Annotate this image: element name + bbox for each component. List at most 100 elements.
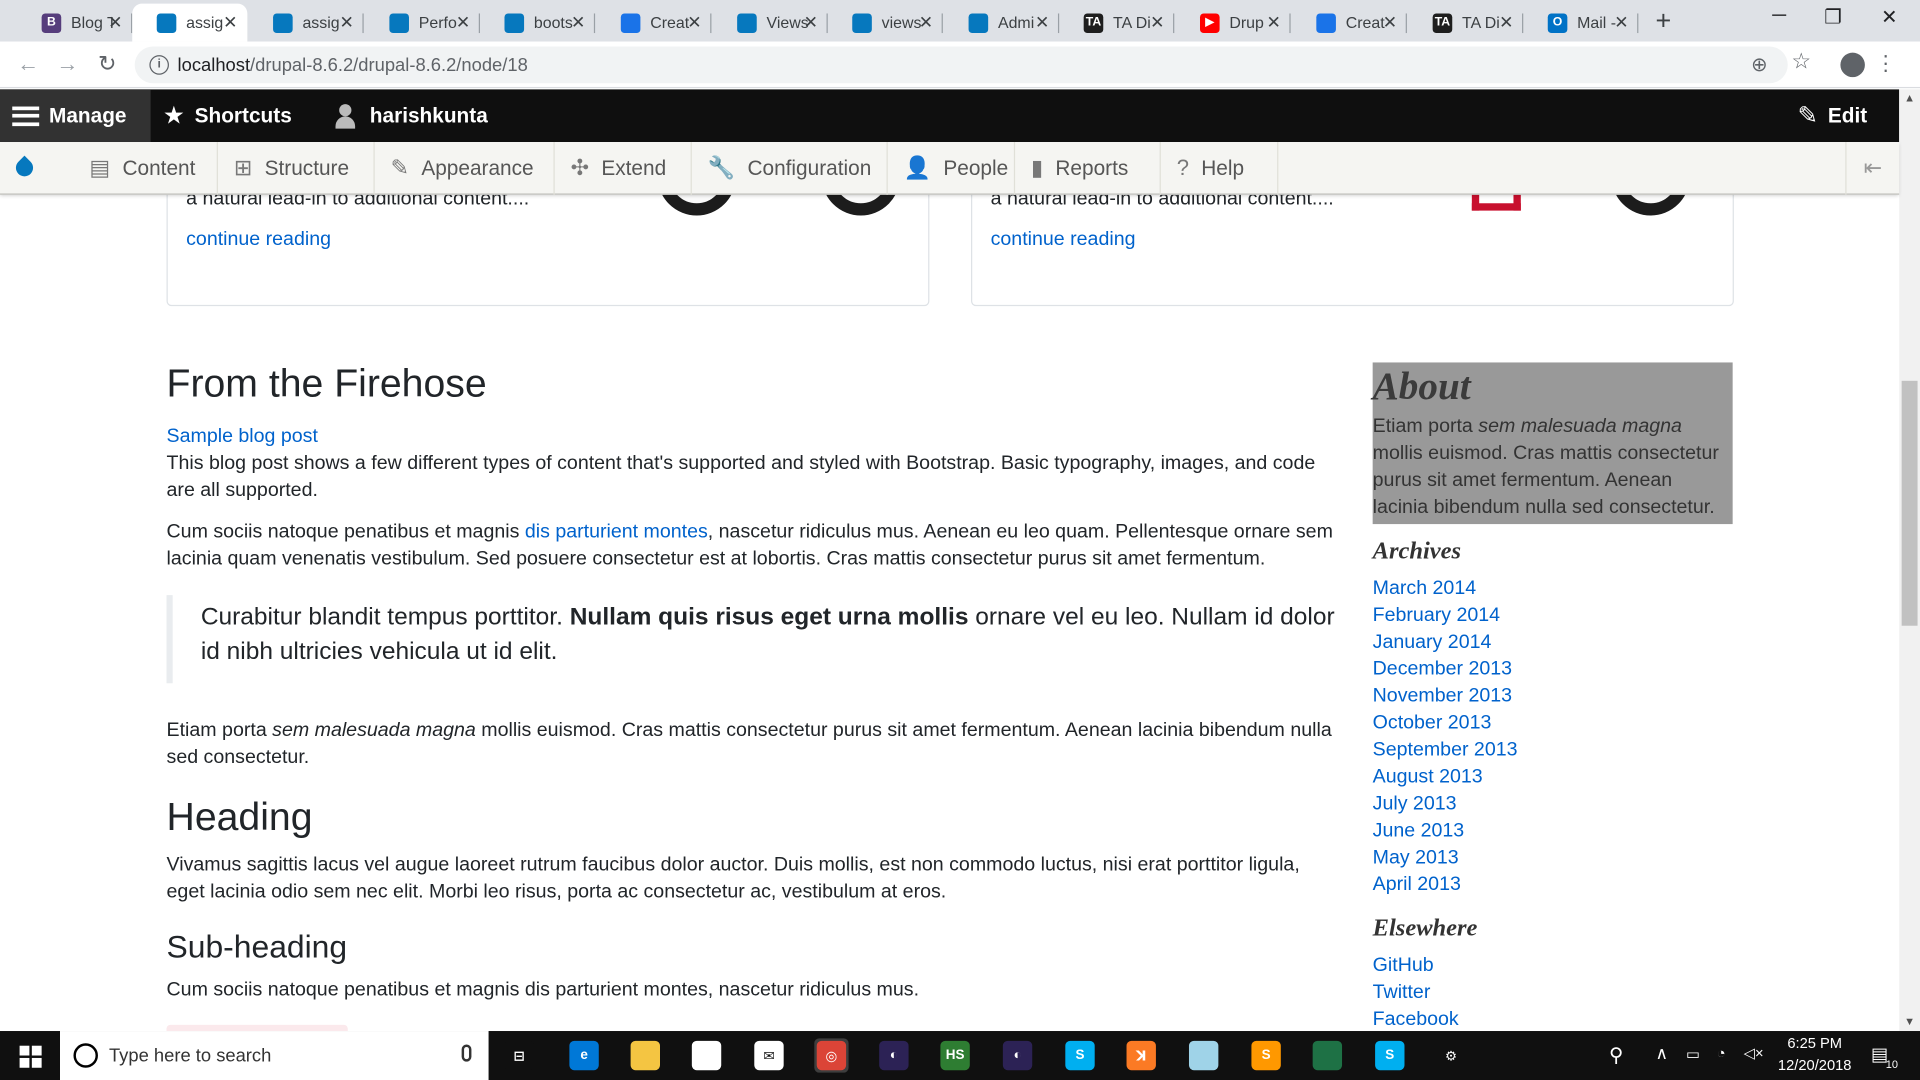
- browser-tab[interactable]: O Mail - ✕: [1523, 4, 1639, 42]
- chrome-menu-icon[interactable]: · · ·: [1882, 44, 1892, 81]
- reload-icon[interactable]: ↻: [98, 51, 116, 77]
- site-info-icon[interactable]: i: [149, 55, 169, 75]
- archive-link[interactable]: June 2013: [1373, 818, 1733, 845]
- close-tab-icon[interactable]: ✕: [919, 12, 933, 33]
- close-tab-icon[interactable]: ✕: [456, 12, 470, 33]
- archive-link[interactable]: April 2013: [1373, 872, 1733, 899]
- continue-reading-link[interactable]: continue reading: [991, 227, 1136, 254]
- battery-icon[interactable]: ▭: [1686, 1046, 1700, 1063]
- close-tab-icon[interactable]: ✕: [340, 12, 354, 33]
- close-tab-icon[interactable]: ✕: [1499, 12, 1513, 33]
- inline-link[interactable]: dis parturient montes: [525, 522, 708, 543]
- shortcuts-tab[interactable]: ★ Shortcuts: [163, 89, 292, 142]
- edit-toggle[interactable]: ✎ Edit: [1798, 89, 1868, 142]
- elsewhere-link[interactable]: Facebook: [1373, 1007, 1733, 1031]
- edge-icon[interactable]: e: [567, 1038, 601, 1072]
- archive-link[interactable]: July 2013: [1373, 791, 1733, 818]
- close-window-icon[interactable]: ✕: [1861, 5, 1917, 29]
- tray-item-content[interactable]: ▤ Content: [73, 142, 218, 195]
- address-bar[interactable]: i localhost/drupal-8.6.2/drupal-8.6.2/no…: [134, 46, 1788, 84]
- close-tab-icon[interactable]: ✕: [687, 12, 701, 33]
- close-tab-icon[interactable]: ✕: [1150, 12, 1164, 33]
- tray-item-reports[interactable]: ▮ Reports: [1015, 142, 1161, 195]
- mail-icon[interactable]: ✉: [752, 1038, 786, 1072]
- close-tab-icon[interactable]: ✕: [804, 12, 818, 33]
- eclipse-icon-2[interactable]: ◐: [1000, 1038, 1034, 1072]
- continue-reading-link[interactable]: continue reading: [186, 227, 331, 254]
- close-tab-icon[interactable]: ✕: [108, 12, 122, 33]
- close-tab-icon[interactable]: ✕: [1614, 12, 1628, 33]
- page-scrollbar[interactable]: ▲ ▼: [1899, 89, 1920, 1032]
- browser-tab[interactable]: Perfo ✕: [365, 4, 481, 42]
- people-icon[interactable]: ⚲: [1609, 1043, 1623, 1067]
- browser-tab[interactable]: Views ✕: [713, 4, 828, 42]
- store-icon[interactable]: [689, 1038, 723, 1072]
- user-tab[interactable]: harishkunta: [335, 89, 488, 142]
- collapse-tray-icon[interactable]: ⇤: [1845, 142, 1899, 195]
- browser-tab[interactable]: B Blog T ✕: [17, 4, 133, 42]
- microphone-icon[interactable]: [461, 1044, 472, 1062]
- tray-item-configuration[interactable]: 🔧 Configuration: [692, 142, 888, 195]
- back-arrow-icon[interactable]: ←: [17, 51, 39, 77]
- zoom-magnifier-icon[interactable]: ⊕: [1751, 53, 1767, 77]
- file-explorer-icon[interactable]: [628, 1038, 662, 1072]
- drupal-home-icon[interactable]: [12, 157, 39, 184]
- eclipse-icon[interactable]: ◐: [877, 1038, 911, 1072]
- browser-tab[interactable]: TA TA Di ✕: [1408, 4, 1524, 42]
- archive-link[interactable]: May 2013: [1373, 845, 1733, 872]
- tray-item-appearance[interactable]: ✎ Appearance: [375, 142, 555, 195]
- skype-icon-2[interactable]: S: [1373, 1038, 1407, 1072]
- scrollbar-thumb[interactable]: [1901, 380, 1918, 626]
- chrome-icon[interactable]: ◎: [814, 1038, 849, 1073]
- xampp-icon[interactable]: ꓘ: [1124, 1038, 1158, 1072]
- close-tab-icon[interactable]: ✕: [571, 12, 585, 33]
- elsewhere-link[interactable]: GitHub: [1373, 953, 1733, 980]
- archive-link[interactable]: December 2013: [1373, 656, 1733, 683]
- tray-item-structure[interactable]: ⊞ Structure: [218, 142, 375, 195]
- show-hidden-icons-chevron[interactable]: ∧: [1656, 1043, 1669, 1064]
- tray-item-people[interactable]: 👤 People: [888, 142, 1016, 195]
- minimize-window-icon[interactable]: ─: [1751, 5, 1807, 27]
- close-tab-icon[interactable]: ✕: [1266, 12, 1280, 33]
- blog-post-title-link[interactable]: Sample blog post: [167, 426, 318, 447]
- close-tab-icon[interactable]: ✕: [1035, 12, 1049, 33]
- close-tab-icon[interactable]: ✕: [1383, 12, 1397, 33]
- manage-tab[interactable]: Manage: [0, 89, 151, 143]
- browser-tab[interactable]: assig ✕: [132, 3, 248, 42]
- restore-window-icon[interactable]: ❐: [1805, 5, 1861, 29]
- tray-item-help[interactable]: ? Help: [1161, 142, 1279, 195]
- hs-app-icon[interactable]: HS: [938, 1038, 972, 1072]
- archive-link[interactable]: March 2014: [1373, 576, 1733, 603]
- clock[interactable]: 6:25 PM 12/20/2018: [1771, 1035, 1859, 1074]
- taskbar-search-box[interactable]: Type here to search: [60, 1031, 489, 1080]
- volume-muted-icon[interactable]: ◁×: [1744, 1044, 1764, 1061]
- browser-tab[interactable]: TA TA Di ✕: [1059, 4, 1175, 42]
- notepad-icon[interactable]: [1187, 1038, 1221, 1072]
- archive-link[interactable]: August 2013: [1373, 764, 1733, 791]
- windows-start-icon[interactable]: [19, 1045, 42, 1068]
- browser-tab[interactable]: Admi ✕: [944, 4, 1060, 42]
- settings-gear-icon[interactable]: ⚙: [1434, 1038, 1468, 1072]
- browser-tab[interactable]: views ✕: [828, 4, 943, 42]
- forward-arrow-icon[interactable]: →: [56, 51, 78, 77]
- bookmark-star-icon[interactable]: ☆: [1791, 49, 1811, 75]
- browser-tab[interactable]: assig ✕: [249, 4, 364, 42]
- archive-link[interactable]: November 2013: [1373, 683, 1733, 710]
- browser-tab[interactable]: Creat ✕: [1292, 4, 1407, 42]
- new-tab-plus-icon[interactable]: +: [1656, 5, 1672, 37]
- archive-link[interactable]: September 2013: [1373, 737, 1733, 764]
- archive-link[interactable]: February 2014: [1373, 602, 1733, 629]
- task-view-icon[interactable]: ⊟: [502, 1038, 536, 1072]
- archive-link[interactable]: October 2013: [1373, 710, 1733, 737]
- scroll-down-arrow-icon[interactable]: ▼: [1904, 1015, 1915, 1027]
- excel-like-icon[interactable]: [1310, 1038, 1344, 1072]
- archive-link[interactable]: January 2014: [1373, 629, 1733, 656]
- close-tab-icon[interactable]: ✕: [223, 12, 237, 33]
- tray-item-extend[interactable]: ✣ Extend: [555, 142, 692, 195]
- browser-tab[interactable]: ▶ Drup ✕: [1176, 4, 1291, 42]
- sublime-icon[interactable]: S: [1249, 1038, 1283, 1072]
- browser-tab[interactable]: Creat ✕: [596, 4, 712, 42]
- profile-avatar-icon[interactable]: [1840, 52, 1865, 78]
- browser-tab[interactable]: boots ✕: [480, 4, 596, 42]
- elsewhere-link[interactable]: Twitter: [1373, 980, 1733, 1007]
